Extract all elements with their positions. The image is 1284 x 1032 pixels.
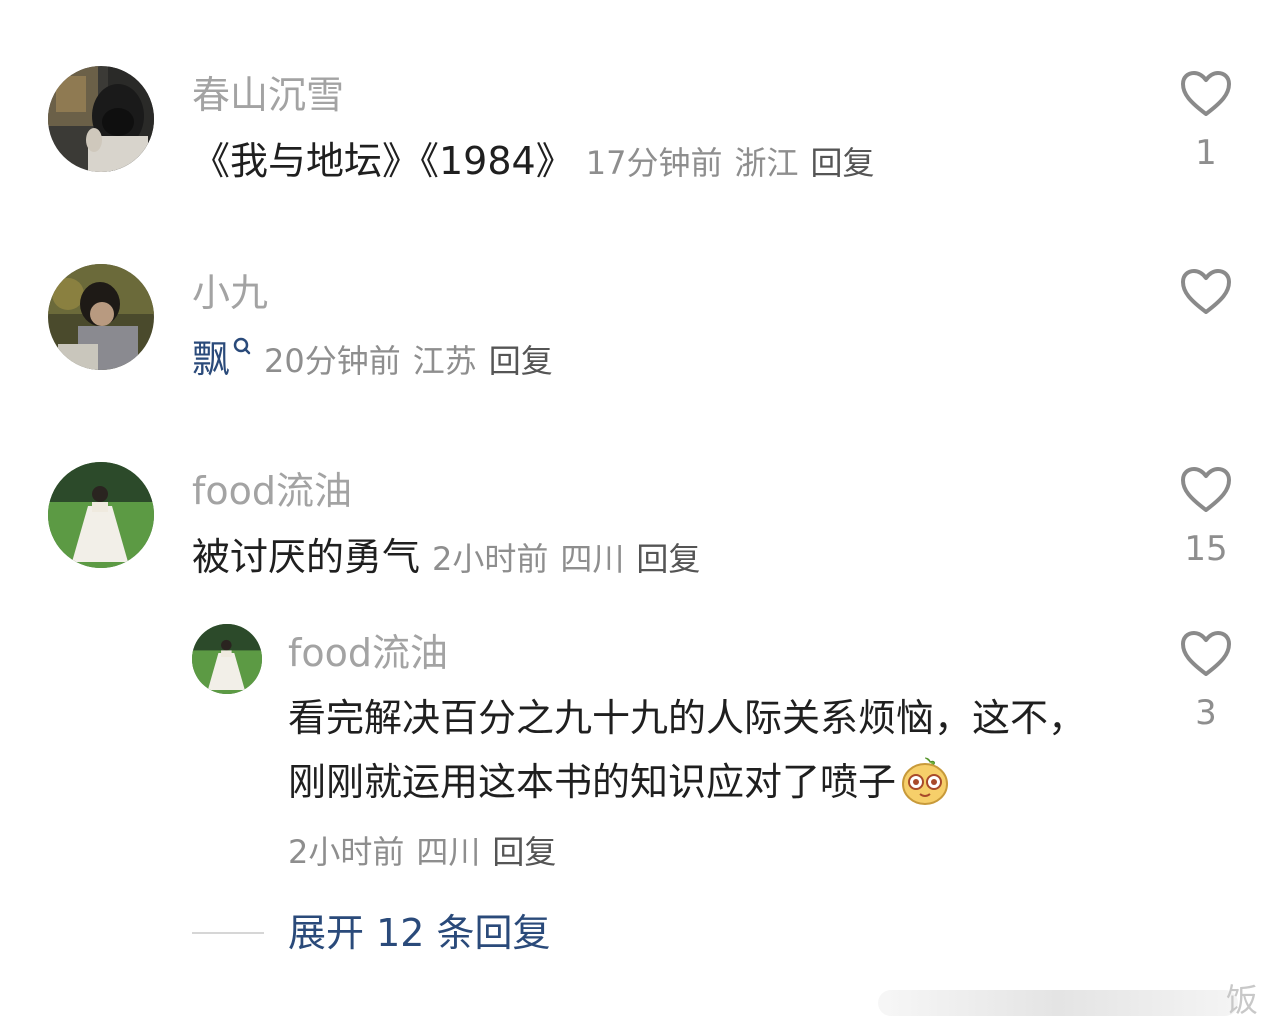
heart-outline-icon[interactable] — [1180, 268, 1232, 316]
comment-body: 《我与地坛》《1984》 17分钟前 浙江 回复 — [192, 142, 874, 180]
comment-text: 被讨厌的勇气 — [192, 535, 421, 579]
watermark-bar — [878, 990, 1238, 1016]
heart-outline-icon[interactable] — [1180, 630, 1232, 678]
like-button[interactable] — [1176, 268, 1236, 316]
heart-outline-icon[interactable] — [1180, 466, 1232, 514]
timestamp: 17分钟前 — [585, 144, 723, 182]
reply-button[interactable]: 回复 — [492, 833, 556, 871]
like-button[interactable]: 1 — [1176, 70, 1236, 170]
username[interactable]: food流油 — [192, 472, 352, 510]
location: 四川 — [560, 540, 625, 578]
heart-outline-icon[interactable] — [1180, 70, 1232, 118]
location: 浙江 — [734, 144, 799, 182]
comment-meta: 17分钟前 浙江 回复 — [586, 144, 875, 182]
reply-username[interactable]: food流油 — [288, 634, 448, 672]
expand-replies-button[interactable]: 展开 12 条回复 — [288, 914, 551, 952]
like-count: 15 — [1184, 529, 1228, 569]
reply-button[interactable]: 回复 — [810, 144, 874, 182]
location: 四川 — [416, 833, 481, 871]
watermark: 饭 — [868, 984, 1268, 1024]
timestamp: 2小时前 — [432, 540, 549, 578]
timestamp: 20分钟前 — [264, 342, 401, 380]
reply-text: 看完解决百分之九十九的人际关系烦恼，这不，刚刚就运用这本书的知识应对了喷子 — [288, 696, 1087, 804]
emoji-face-icon — [902, 757, 949, 805]
location: 江苏 — [412, 342, 477, 380]
reply-button[interactable]: 回复 — [636, 540, 700, 578]
comment-meta: 20分钟前 江苏 回复 — [264, 342, 553, 380]
keyword-link[interactable]: 飘 — [192, 337, 230, 381]
comment-body: 飘 20分钟前 江苏 回复 — [192, 337, 553, 381]
reply-body: 看完解决百分之九十九的人际关系烦恼，这不，刚刚就运用这本书的知识应对了喷子 — [288, 686, 1108, 814]
reply-meta: 2小时前 四川 回复 — [288, 836, 556, 868]
avatar[interactable] — [48, 462, 154, 568]
comment-meta: 2小时前 四川 回复 — [432, 540, 700, 578]
comment-text: 《我与地坛》《1984》 — [192, 139, 574, 183]
reply-avatar[interactable] — [192, 624, 262, 694]
username[interactable]: 春山沉雪 — [192, 76, 344, 114]
watermark-text: 饭 — [1225, 981, 1258, 1019]
like-button[interactable]: 15 — [1176, 466, 1236, 566]
username[interactable]: 小九 — [192, 274, 268, 312]
search-mini-icon[interactable] — [232, 336, 252, 358]
comment-body: 被讨厌的勇气 2小时前 四川 回复 — [192, 538, 700, 576]
reply-button[interactable]: 回复 — [489, 342, 553, 380]
timestamp: 2小时前 — [288, 833, 405, 871]
avatar[interactable] — [48, 66, 154, 172]
comment-list: 春山沉雪 《我与地坛》《1984》 17分钟前 浙江 回复 1 小九 飘 20分… — [0, 0, 1284, 1032]
like-button[interactable]: 3 — [1176, 630, 1236, 730]
divider — [192, 932, 264, 934]
like-count: 1 — [1195, 133, 1217, 173]
like-count: 3 — [1195, 693, 1217, 733]
avatar[interactable] — [48, 264, 154, 370]
